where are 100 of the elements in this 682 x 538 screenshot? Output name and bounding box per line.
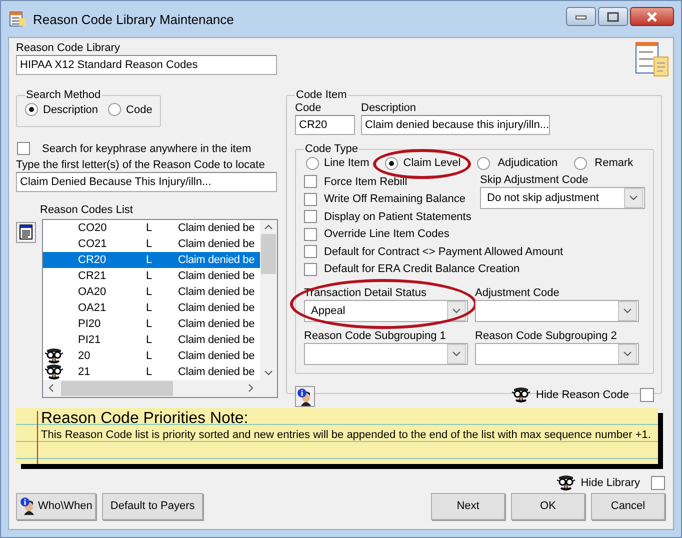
code-field[interactable]: CR20: [295, 115, 355, 135]
scrollbar[interactable]: [260, 220, 277, 380]
disguise-icon: [511, 387, 532, 403]
close-icon: [646, 12, 658, 22]
field-label: Reason Code Subgrouping 1: [304, 329, 446, 343]
list-cell: Claim denied be: [178, 254, 254, 266]
maximize-icon: [607, 12, 619, 22]
scroll-thumb[interactable]: [261, 234, 276, 274]
description-field[interactable]: Claim denied because this injury/illn...: [361, 115, 550, 135]
radio-label[interactable]: Adjudication: [498, 157, 558, 169]
list-row[interactable]: CO20 L Claim denied be: [43, 220, 260, 236]
list-cell: Claim denied be: [178, 222, 254, 234]
list-cell-text: L: [146, 270, 154, 282]
field-label: Code: [295, 101, 322, 115]
scroll-thumb[interactable]: [61, 380, 173, 396]
info-button[interactable]: [295, 386, 315, 407]
list-row[interactable]: CR20 L Claim denied be: [43, 252, 260, 268]
dialog-button[interactable]: Next: [431, 492, 505, 520]
list-cell-text: 21: [78, 366, 92, 378]
list-cell-text: PI20: [78, 318, 102, 330]
group-title: Search Method: [26, 89, 101, 101]
caret-icon: [452, 308, 461, 314]
field-label: Description: [361, 101, 418, 115]
info-person-icon: [297, 388, 313, 406]
field-label: Adjustment Code: [475, 286, 560, 300]
minimize-button[interactable]: [566, 7, 596, 26]
checkbox[interactable]: [304, 175, 317, 188]
maximize-button[interactable]: [598, 7, 628, 26]
checkbox-label[interactable]: Override Line Item Codes: [324, 228, 450, 240]
checkbox[interactable]: [304, 210, 317, 224]
list-row[interactable]: 20 L Claim denied be: [43, 348, 260, 364]
radio-label[interactable]: Code: [126, 104, 152, 116]
caret-icon: [623, 308, 632, 314]
field-label: Transaction Detail Status: [304, 286, 426, 300]
checkbox-label[interactable]: Default for Contract <> Payment Allowed Amount: [324, 246, 564, 258]
dropdown[interactable]: [475, 343, 639, 365]
dropdown[interactable]: Appeal: [304, 300, 468, 322]
radio-label[interactable]: Description: [43, 104, 98, 116]
radio-button[interactable]: [574, 156, 587, 170]
note-title: Reason Code Priorities Note:: [41, 410, 250, 426]
radio-button[interactable]: [476, 156, 490, 170]
list-cell: Claim denied be: [178, 286, 254, 298]
dialog-button[interactable]: OK: [511, 492, 585, 520]
scrollbar[interactable]: [43, 380, 277, 396]
field-label: Skip Adjustment Code: [480, 173, 590, 187]
checkbox-label[interactable]: Default for ERA Credit Balance Creation: [324, 263, 520, 276]
radio-label[interactable]: Line Item: [324, 157, 370, 169]
radio-label[interactable]: Remark: [594, 157, 634, 169]
checkbox-label[interactable]: Force Item Rebill: [324, 176, 408, 188]
checkbox[interactable]: [17, 142, 30, 156]
dropdown[interactable]: [304, 343, 468, 365]
note-text: This Reason Code list is priority sorted and new entries will be appended to the end of the list with max sequence number +1.: [41, 428, 651, 442]
radio-button[interactable]: [108, 103, 122, 116]
list-row[interactable]: OA20 L Claim denied be: [43, 284, 260, 300]
checkbox[interactable]: [304, 262, 317, 276]
list-row[interactable]: PI21 L Claim denied be: [43, 332, 260, 348]
checkbox-label[interactable]: Write Off Remaining Balance: [324, 193, 466, 206]
library-field[interactable]: HIPAA X12 Standard Reason Codes: [16, 55, 277, 75]
dropdown[interactable]: [475, 300, 639, 322]
dropdown-value: Do not skip adjustment: [487, 192, 599, 204]
list-row[interactable]: 21 L Claim denied be: [43, 364, 260, 380]
list-row[interactable]: CO21 L Claim denied be: [43, 236, 260, 252]
list-button[interactable]: [16, 222, 36, 242]
list-cell-text: CR21: [78, 270, 108, 282]
checkbox-label[interactable]: Hide Library: [580, 476, 640, 488]
list-row[interactable]: PI20 L Claim denied be: [43, 316, 260, 332]
checkbox-label[interactable]: Hide Reason Code: [536, 389, 629, 401]
checkbox[interactable]: [651, 476, 665, 490]
checkbox[interactable]: [304, 245, 317, 258]
radio-button[interactable]: [306, 156, 319, 170]
radio-button[interactable]: [25, 103, 38, 116]
dropdown[interactable]: Do not skip adjustment: [480, 187, 645, 209]
caret-icon: [452, 351, 461, 357]
dialog-button[interactable]: Cancel: [591, 492, 665, 520]
checkbox[interactable]: [640, 388, 654, 402]
checkbox[interactable]: [304, 228, 317, 241]
list-cell: Claim denied be: [178, 350, 254, 362]
list-cell: Claim denied be: [178, 318, 254, 330]
list-cell-text: CR20: [78, 254, 108, 266]
field-label: Reason Code Library: [16, 41, 121, 55]
search-field[interactable]: Claim Denied Because This Injury/illn...: [16, 172, 277, 192]
radio-button[interactable]: [385, 156, 398, 170]
list-cell: Claim denied be: [178, 302, 254, 314]
checkbox-label[interactable]: Search for keyphrase anywhere in the item: [42, 142, 252, 155]
close-button[interactable]: [630, 7, 674, 26]
list-cell-text: L: [146, 238, 154, 250]
checkbox-label[interactable]: Display on Patient Statements: [324, 210, 472, 223]
defaults-button[interactable]: Default to Payers: [102, 492, 203, 520]
radio-label[interactable]: Claim Level: [403, 157, 461, 169]
list-cell-text: OA20: [78, 286, 108, 298]
field-label: Type the first letter(s) of the Reason Code to locate: [16, 158, 266, 172]
list-cell-text: 20: [78, 350, 92, 362]
checkbox[interactable]: [304, 192, 317, 206]
list-cell: Claim denied be: [178, 334, 254, 346]
info-person-icon: [20, 497, 36, 515]
list-row[interactable]: CR21 L Claim denied be: [43, 268, 260, 284]
who-when-button[interactable]: Who\When: [16, 492, 96, 520]
caret-icon: [623, 351, 632, 357]
list-cell-text: L: [146, 222, 154, 234]
list-row[interactable]: OA21 L Claim denied be: [43, 300, 260, 316]
